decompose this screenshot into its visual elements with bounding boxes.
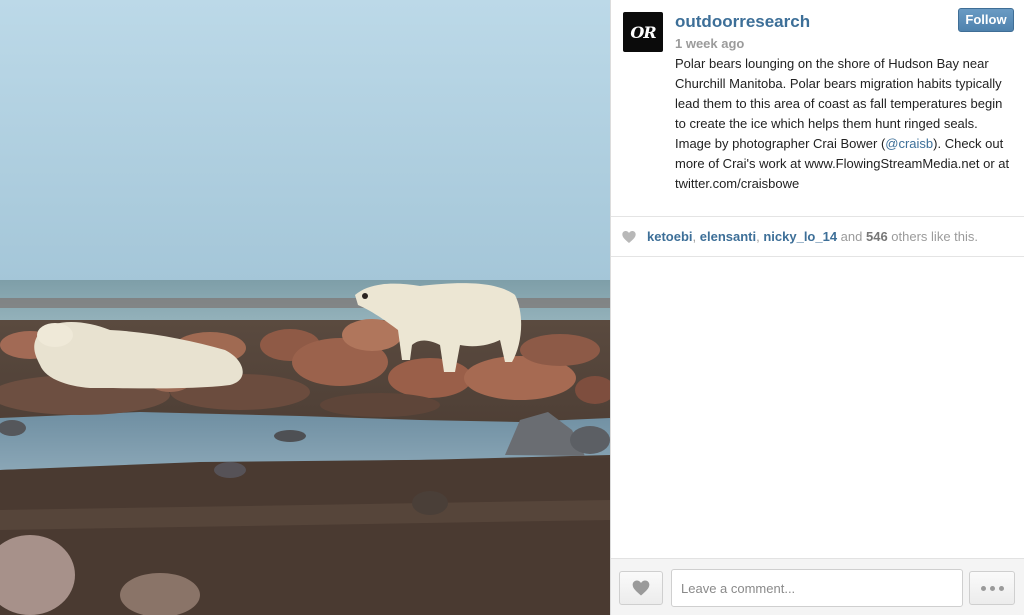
more-options-button[interactable] (969, 571, 1015, 605)
more-dots-icon (980, 585, 986, 591)
more-dots-icon (989, 585, 995, 591)
heart-icon (632, 580, 650, 596)
likes-text: ketoebi, elensanti, nicky_lo_14 and 546 … (647, 229, 978, 244)
likes-count[interactable]: 546 (866, 229, 888, 244)
liker-link[interactable]: elensanti (700, 229, 756, 244)
comment-footer (611, 558, 1024, 615)
avatar-logo-text: OR (630, 22, 656, 42)
username-link[interactable]: outdoorresearch (675, 12, 810, 32)
follow-button[interactable]: Follow (958, 8, 1014, 32)
post-timestamp[interactable]: 1 week ago (675, 36, 744, 51)
likes-and-text: and (837, 229, 866, 244)
polar-bears-photo (0, 0, 610, 615)
post-details-panel: OR outdoorresearch 1 week ago Follow Pol… (610, 0, 1024, 615)
likes-suffix: others like this. (887, 229, 979, 244)
post-photo[interactable] (0, 0, 610, 615)
caption-mention-link[interactable]: @craisb (885, 136, 933, 151)
avatar[interactable]: OR (623, 12, 663, 52)
liker-link[interactable]: ketoebi (647, 229, 693, 244)
comment-input[interactable] (671, 569, 963, 607)
more-dots-icon (998, 585, 1004, 591)
post-header: OR outdoorresearch 1 week ago Follow Pol… (611, 0, 1024, 214)
likes-bar: ketoebi, elensanti, nicky_lo_14 and 546 … (611, 216, 1024, 257)
post-caption: Polar bears lounging on the shore of Hud… (675, 54, 1015, 194)
heart-icon (622, 230, 636, 243)
liker-separator: , (692, 229, 700, 244)
liker-link[interactable]: nicky_lo_14 (763, 229, 837, 244)
like-button[interactable] (619, 571, 663, 605)
